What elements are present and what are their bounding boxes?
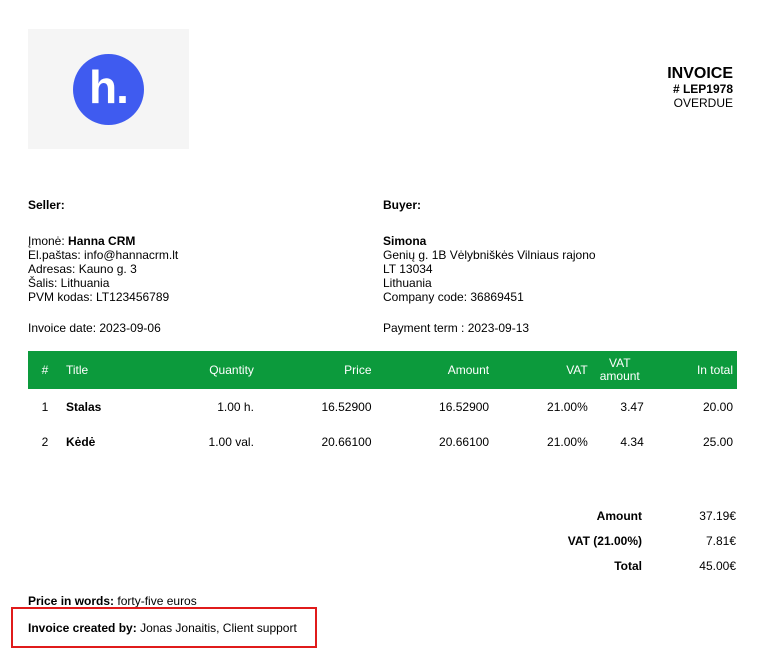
buyer-company-code: Company code: 36869451 <box>383 290 524 304</box>
row-price: 20.66100 <box>321 434 372 449</box>
totals-table: Amount 37.19€ VAT (21.00%) 7.81€ Total 4… <box>470 503 736 578</box>
invoice-title: INVOICE <box>667 65 733 82</box>
invoice-number: # LEP1978 <box>672 82 733 96</box>
totals-amount-label: Amount <box>596 508 642 523</box>
created-by-label: Invoice created by: <box>28 621 137 635</box>
row-title: Stalas <box>66 399 102 414</box>
invoice-created-by: Invoice created by: Jonas Jonaitis, Clie… <box>28 621 297 635</box>
row-total: 20.00 <box>702 399 733 414</box>
table-row: 1 Stalas 1.00 h. 16.52900 16.52900 21.00… <box>28 389 737 424</box>
row-quantity: 1.00 h. <box>217 399 254 414</box>
invoice-date: Invoice date: 2023-09-06 <box>28 321 161 335</box>
price-in-words-label: Price in words: <box>28 594 115 608</box>
invoice-status: OVERDUE <box>673 96 733 110</box>
items-table: # Title Quantity Price Amount VAT VAT am… <box>28 351 737 459</box>
row-amount: 20.66100 <box>439 434 490 449</box>
row-title: Kėdė <box>66 434 96 449</box>
seller-company-name: Hanna CRM <box>68 234 136 248</box>
col-price: Price <box>344 362 372 377</box>
buyer-address: Genių g. 1B Vėlybniškės Vilniaus rajono <box>383 248 596 262</box>
buyer-block: Buyer: Simona Genių g. 1B Vėlybniškės Vi… <box>383 198 723 335</box>
totals-total-row: Total 45.00€ <box>470 553 736 578</box>
buyer-postcode: LT 13034 <box>383 262 433 276</box>
seller-country: Šalis: Lithuania <box>28 276 110 290</box>
totals-total-label: Total <box>614 558 642 573</box>
row-num: 2 <box>41 434 49 449</box>
totals-total-value: 45.00€ <box>699 558 736 573</box>
price-in-words-value: forty-five euros <box>117 594 197 608</box>
totals-amount-row: Amount 37.19€ <box>470 503 736 528</box>
row-vat: 21.00% <box>547 399 588 414</box>
col-amount: Amount <box>447 362 490 377</box>
col-title: Title <box>66 362 89 377</box>
invoice-header: INVOICE # LEP1978 OVERDUE <box>667 65 733 111</box>
company-logo: h. <box>28 29 189 149</box>
seller-email: El.paštas: info@hannacrm.lt <box>28 248 179 262</box>
row-amount: 16.52900 <box>439 399 490 414</box>
items-table-header: # Title Quantity Price Amount VAT VAT am… <box>28 351 737 389</box>
created-by-value: Jonas Jonaitis, Client support <box>140 621 297 635</box>
col-num: # <box>41 362 49 377</box>
row-vat: 21.00% <box>547 434 588 449</box>
totals-vat-value: 7.81€ <box>705 533 736 548</box>
logo-mark: h. <box>73 54 144 125</box>
col-vat-amount: VAT amount <box>599 356 640 383</box>
row-vat-amount: 4.34 <box>620 434 644 449</box>
col-vat: VAT <box>566 362 588 377</box>
price-in-words: Price in words: forty-five euros <box>28 594 197 608</box>
seller-heading: Seller: <box>28 198 65 212</box>
totals-amount-value: 37.19€ <box>699 508 736 523</box>
col-quantity: Quantity <box>209 362 254 377</box>
table-row: 2 Kėdė 1.00 val. 20.66100 20.66100 21.00… <box>28 424 737 459</box>
buyer-heading: Buyer: <box>383 198 422 212</box>
row-quantity: 1.00 val. <box>208 434 254 449</box>
totals-vat-row: VAT (21.00%) 7.81€ <box>470 528 736 553</box>
buyer-country: Lithuania <box>383 276 432 290</box>
seller-vat-code: PVM kodas: LT123456789 <box>28 290 170 304</box>
row-price: 16.52900 <box>321 399 372 414</box>
row-num: 1 <box>41 399 49 414</box>
seller-company-label: Įmonė: <box>28 234 65 248</box>
col-total: In total <box>696 362 733 377</box>
seller-company: Įmonė: Hanna CRM <box>28 234 368 248</box>
seller-block: Seller: Įmonė: Hanna CRM El.paštas: info… <box>28 198 368 335</box>
seller-address: Adresas: Kauno g. 3 <box>28 262 137 276</box>
buyer-name: Simona <box>383 234 427 248</box>
payment-term: Payment term : 2023-09-13 <box>383 321 530 335</box>
totals-vat-label: VAT (21.00%) <box>567 533 642 548</box>
row-vat-amount: 3.47 <box>620 399 644 414</box>
row-total: 25.00 <box>702 434 733 449</box>
